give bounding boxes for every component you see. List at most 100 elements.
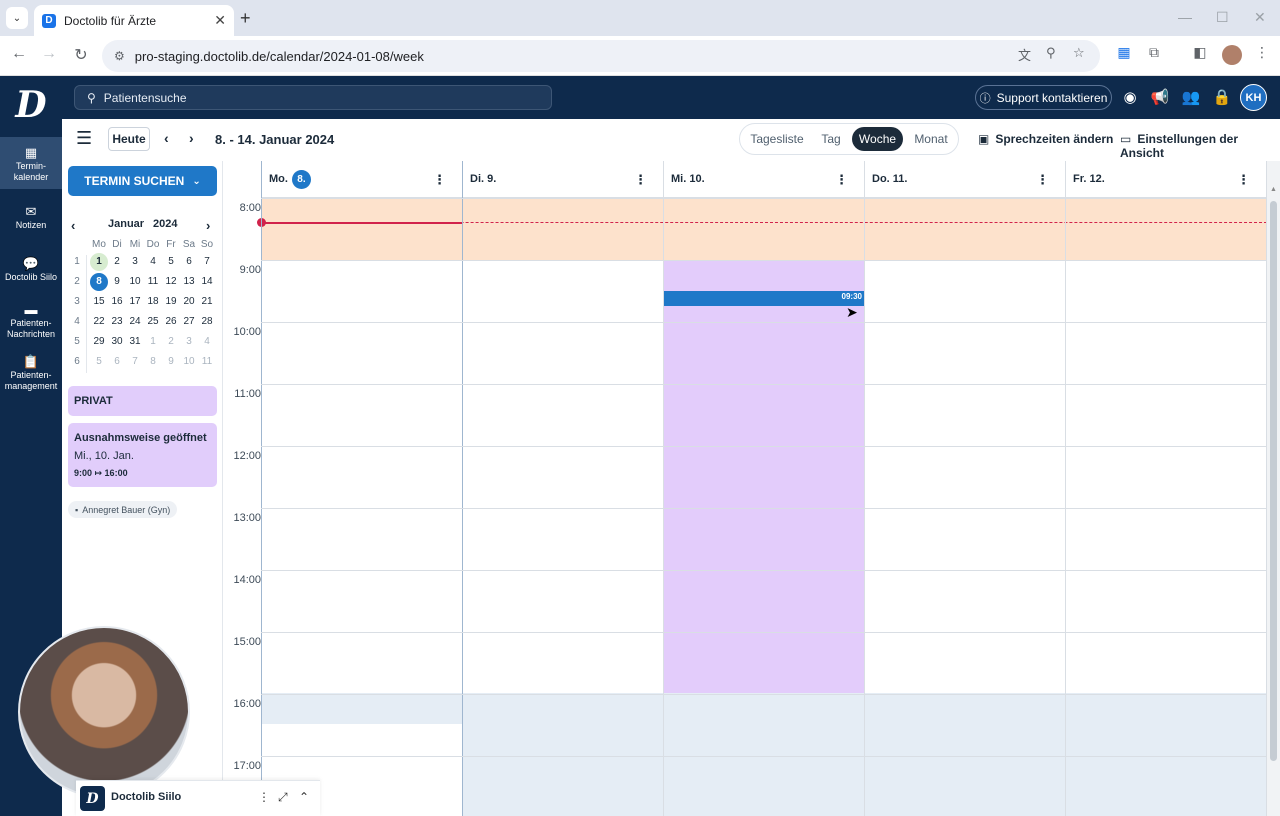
- mini-cal-day[interactable]: 2: [108, 253, 126, 271]
- mini-cal-day[interactable]: 5: [162, 253, 180, 271]
- mini-cal-day[interactable]: 1: [144, 333, 162, 351]
- mini-cal-day[interactable]: 15: [90, 293, 108, 311]
- mini-cal-day[interactable]: 25: [144, 313, 162, 331]
- new-tab-icon[interactable]: +: [240, 8, 251, 29]
- mini-cal-day[interactable]: 24: [126, 313, 144, 331]
- appointment-event[interactable]: 09:30: [664, 291, 864, 306]
- day-header[interactable]: Fr. 12. ⋮: [1066, 161, 1266, 198]
- today-button[interactable]: Heute: [108, 127, 150, 151]
- mini-cal-prev-icon[interactable]: ‹: [71, 218, 75, 233]
- day-menu-icon[interactable]: ⋮: [433, 172, 446, 188]
- site-info-icon[interactable]: ⚙: [114, 49, 125, 63]
- reload-icon[interactable]: ↻: [70, 45, 92, 65]
- view-woche[interactable]: Woche: [852, 127, 903, 151]
- chevron-up-icon[interactable]: ⌃: [299, 790, 309, 804]
- side-panel-icon[interactable]: ◧: [1189, 44, 1211, 61]
- mini-cal-day[interactable]: 19: [162, 293, 180, 311]
- mini-cal-day[interactable]: 4: [144, 253, 162, 271]
- browser-tab[interactable]: D Doctolib für Ärzte ✕: [34, 5, 234, 36]
- mini-cal-year[interactable]: 2024: [153, 218, 177, 230]
- week-number[interactable]: 1: [68, 253, 86, 271]
- mini-cal-day[interactable]: 7: [126, 353, 144, 371]
- mini-cal-day[interactable]: 6: [180, 253, 198, 271]
- mini-cal-day[interactable]: 29: [90, 333, 108, 351]
- exception-open-block[interactable]: [664, 260, 864, 693]
- nav-item-doctolib-siilo[interactable]: 💬 Doctolib Siilo: [0, 257, 62, 283]
- mini-cal-day[interactable]: 17: [126, 293, 144, 311]
- megaphone-icon[interactable]: 📢: [1149, 88, 1171, 106]
- previous-week-icon[interactable]: ‹: [164, 130, 169, 146]
- back-icon[interactable]: ←: [8, 45, 30, 63]
- agenda-chip[interactable]: ▪ Annegret Bauer (Gyn): [68, 501, 178, 518]
- mini-cal-day[interactable]: 28: [198, 313, 216, 331]
- week-number[interactable]: 2: [68, 273, 86, 291]
- tab-search-dropdown-icon[interactable]: ⌄: [6, 7, 28, 29]
- mini-cal-day[interactable]: 16: [108, 293, 126, 311]
- mini-cal-next-icon[interactable]: ›: [206, 218, 210, 233]
- day-menu-icon[interactable]: ⋮: [835, 172, 848, 188]
- mini-cal-month[interactable]: Januar: [108, 218, 144, 230]
- mini-cal-day[interactable]: 4: [198, 333, 216, 351]
- maximize-icon[interactable]: ☐: [1216, 9, 1229, 26]
- week-number[interactable]: 4: [68, 313, 86, 331]
- day-menu-icon[interactable]: ⋮: [1237, 172, 1250, 188]
- mini-cal-day[interactable]: 2: [162, 333, 180, 351]
- termin-suchen-button[interactable]: TERMIN SUCHEN ⌄: [68, 166, 217, 196]
- mini-cal-day[interactable]: 3: [126, 253, 144, 271]
- privat-agenda[interactable]: PRIVAT: [68, 386, 217, 416]
- expand-icon[interactable]: ⤢: [278, 790, 288, 805]
- user-avatar[interactable]: KH: [1240, 84, 1267, 111]
- mini-cal-day[interactable]: 8: [90, 273, 108, 291]
- bookmark-star-icon[interactable]: ☆: [1073, 45, 1085, 61]
- address-bar[interactable]: ⚙ pro-staging.doctolib.de/calendar/2024-…: [102, 40, 1100, 72]
- day-header[interactable]: Do. 11. ⋮: [865, 161, 1065, 198]
- support-button[interactable]: ⓘ Support kontaktieren: [975, 85, 1112, 110]
- minimize-icon[interactable]: —: [1178, 9, 1192, 25]
- forward-icon[interactable]: →: [38, 45, 60, 63]
- mini-cal-day[interactable]: 22: [90, 313, 108, 331]
- zoom-icon[interactable]: ⚲: [1046, 45, 1056, 61]
- mini-cal-day[interactable]: 5: [90, 353, 108, 371]
- week-number[interactable]: 3: [68, 293, 86, 311]
- week-number[interactable]: 6: [68, 353, 86, 371]
- mini-cal-day[interactable]: 20: [180, 293, 198, 311]
- day-header[interactable]: Mi. 10. ⋮: [664, 161, 864, 198]
- view-monat[interactable]: Monat: [907, 127, 955, 151]
- mini-cal-day[interactable]: 12: [162, 273, 180, 291]
- browser-menu-icon[interactable]: ⋮: [1251, 44, 1273, 61]
- view-tagesliste[interactable]: Tagesliste: [747, 127, 807, 151]
- scrollbar-thumb[interactable]: [1270, 201, 1277, 761]
- mini-cal-day[interactable]: 8: [144, 353, 162, 371]
- scroll-up-icon[interactable]: ▲: [1270, 186, 1277, 193]
- view-tag[interactable]: Tag: [814, 127, 848, 151]
- mini-cal-day[interactable]: 11: [198, 353, 216, 371]
- exception-card[interactable]: Ausnahmsweise geöffnet Mi., 10. Jan. 9:0…: [68, 423, 217, 487]
- week-number[interactable]: 5: [68, 333, 86, 351]
- window-close-icon[interactable]: ✕: [1254, 9, 1266, 26]
- mini-cal-day[interactable]: 1: [90, 253, 108, 271]
- eye-icon[interactable]: ◉: [1119, 88, 1141, 106]
- mini-cal-day[interactable]: 6: [108, 353, 126, 371]
- nav-item-patienten-nachrichten[interactable]: ▬ Patienten- Nachrichten: [0, 303, 62, 340]
- mini-cal-day[interactable]: 27: [180, 313, 198, 331]
- mini-cal-day[interactable]: 10: [180, 353, 198, 371]
- mini-cal-day[interactable]: 21: [198, 293, 216, 311]
- mini-cal-day[interactable]: 13: [180, 273, 198, 291]
- more-options-icon[interactable]: ⋮: [258, 790, 270, 804]
- extension-grid-icon[interactable]: ▦: [1113, 44, 1135, 61]
- patient-search-input[interactable]: ⚲ Patientensuche: [74, 85, 552, 110]
- mini-cal-day[interactable]: 30: [108, 333, 126, 351]
- mini-cal-day[interactable]: 11: [144, 273, 162, 291]
- lock-icon[interactable]: 🔒: [1211, 88, 1233, 106]
- mini-cal-day[interactable]: 23: [108, 313, 126, 331]
- calendar-scrollbar[interactable]: ▲: [1267, 161, 1280, 816]
- team-icon[interactable]: 👥: [1180, 88, 1202, 106]
- mini-cal-day[interactable]: 3: [180, 333, 198, 351]
- nav-item-patientenmanagement[interactable]: 📋 Patienten-management: [0, 355, 62, 392]
- profile-avatar[interactable]: [1222, 45, 1242, 65]
- mini-cal-day[interactable]: 10: [126, 273, 144, 291]
- day-menu-icon[interactable]: ⋮: [634, 172, 647, 188]
- mini-cal-day[interactable]: 7: [198, 253, 216, 271]
- sprechzeiten-button[interactable]: ▣ Sprechzeiten ändern: [978, 132, 1113, 146]
- mini-cal-day[interactable]: 14: [198, 273, 216, 291]
